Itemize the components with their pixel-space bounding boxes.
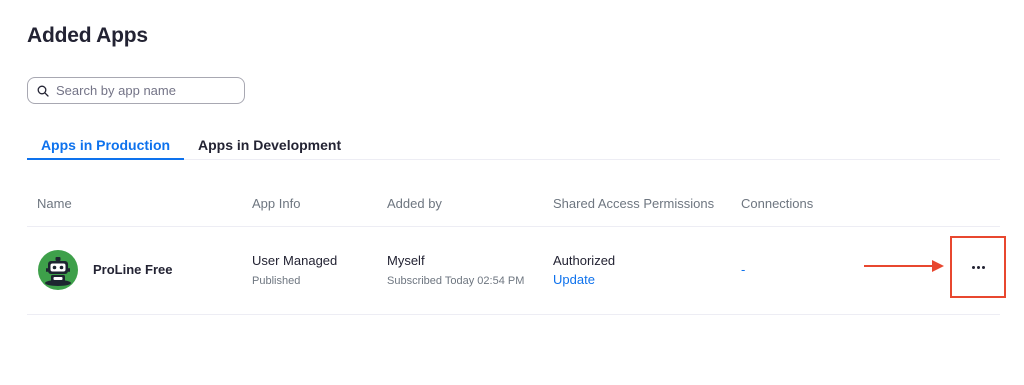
row-divider: [27, 314, 1000, 315]
robot-app-icon: [38, 250, 78, 290]
tab-apps-in-development[interactable]: Apps in Development: [198, 137, 341, 160]
column-header-connections: Connections: [741, 196, 814, 211]
app-info-value: User Managed: [252, 253, 338, 268]
app-name: ProLine Free: [93, 262, 173, 277]
annotation-highlight-box: [950, 236, 1006, 298]
column-header-name: Name: [37, 196, 72, 211]
tab-bar: Apps in Production Apps in Development: [27, 137, 1000, 160]
column-header-app-info: App Info: [252, 196, 301, 211]
tab-apps-in-production[interactable]: Apps in Production: [27, 137, 184, 160]
app-info-status: Published: [252, 275, 301, 287]
annotation-arrow-icon: [864, 260, 944, 272]
added-by-value: Myself: [387, 253, 425, 268]
search-icon: [37, 85, 49, 97]
permission-status: Authorized: [553, 253, 616, 268]
page-title: Added Apps: [27, 24, 148, 47]
search-input[interactable]: [56, 83, 236, 98]
header-divider: [27, 226, 1000, 227]
subscribed-timestamp: Subscribed Today 02:54 PM: [387, 275, 525, 287]
update-permission-link[interactable]: Update: [553, 272, 595, 287]
column-header-added-by: Added by: [387, 196, 442, 211]
search-input-container[interactable]: [27, 77, 245, 104]
column-header-shared-access-permissions: Shared Access Permissions: [553, 196, 715, 211]
connections-value: -: [741, 262, 746, 277]
